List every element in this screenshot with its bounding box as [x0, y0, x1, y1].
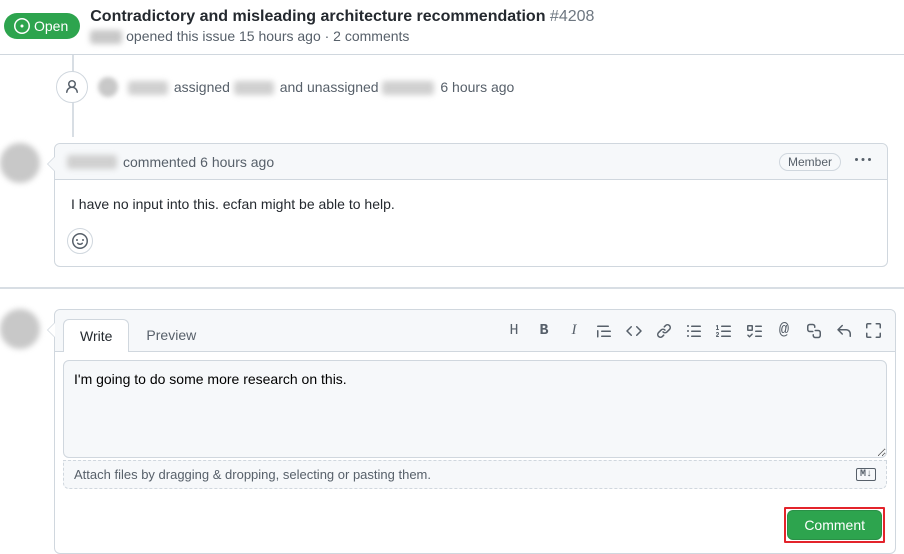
- attach-hint-row[interactable]: Attach files by dragging & dropping, sel…: [63, 460, 887, 489]
- crossref-icon[interactable]: [805, 322, 823, 340]
- status-badge: Open: [4, 13, 80, 39]
- ul-icon[interactable]: [685, 322, 703, 340]
- tab-write[interactable]: Write: [63, 319, 129, 352]
- person-icon-wrap: [56, 71, 88, 103]
- status-label: Open: [34, 18, 68, 34]
- actor-name-redacted: [128, 81, 168, 95]
- italic-icon[interactable]: I: [565, 322, 583, 340]
- sticky-header: Open Contradictory and misleading archit…: [0, 0, 904, 55]
- comment-header-left: commented 6 hours ago: [67, 154, 274, 170]
- quote-icon[interactable]: [595, 322, 613, 340]
- add-reaction-button[interactable]: [67, 228, 93, 254]
- editor-footer: Comment: [55, 497, 895, 553]
- header-text: Contradictory and misleading architectur…: [90, 8, 594, 44]
- assignment-event: assigned and unassigned 6 hours ago: [48, 67, 896, 117]
- editor-tabs: Write Preview: [63, 318, 213, 351]
- author-name-redacted: [90, 30, 122, 44]
- code-icon[interactable]: [625, 322, 643, 340]
- comment-box: commented 6 hours ago Member I have no i…: [54, 143, 888, 267]
- ol-icon[interactable]: [715, 322, 733, 340]
- comment-button-highlight: Comment: [784, 507, 885, 543]
- issue-title[interactable]: Contradictory and misleading architectur…: [90, 8, 594, 26]
- kebab-menu-icon[interactable]: [851, 152, 875, 171]
- comment-block: commented 6 hours ago Member I have no i…: [0, 143, 896, 267]
- tasklist-icon[interactable]: [745, 322, 763, 340]
- issue-open-icon: [14, 18, 30, 34]
- issue-subtitle: opened this issue 15 hours ago · 2 comme…: [90, 28, 594, 44]
- event-action2: and unassigned: [280, 79, 379, 95]
- comment-body: I have no input into this. ecfan might b…: [55, 180, 887, 228]
- comment-verb: commented: [123, 154, 196, 170]
- comment-submit-button[interactable]: Comment: [787, 510, 882, 540]
- timeline: assigned and unassigned 6 hours ago comm…: [48, 55, 896, 267]
- new-comment-form: Write Preview H B I @ Atta: [0, 309, 904, 554]
- event-time: 6 hours ago: [440, 79, 514, 95]
- assignee2-redacted: [382, 81, 434, 95]
- link-icon[interactable]: [655, 322, 673, 340]
- section-divider: [0, 287, 904, 289]
- commenter-avatar[interactable]: [0, 143, 40, 183]
- reply-icon[interactable]: [835, 322, 853, 340]
- attach-hint: Attach files by dragging & dropping, sel…: [74, 467, 431, 482]
- markdown-badge-icon[interactable]: M↓: [856, 468, 876, 481]
- person-icon: [64, 79, 80, 95]
- editor-tabs-row: Write Preview H B I @: [55, 310, 895, 351]
- comment-header: commented 6 hours ago Member: [55, 144, 887, 180]
- actor-avatar: [98, 77, 118, 97]
- issue-meta: opened this issue 15 hours ago · 2 comme…: [126, 28, 409, 44]
- comment-time[interactable]: 6 hours ago: [200, 154, 274, 170]
- event-action1: assigned: [174, 79, 230, 95]
- editor-body: Attach files by dragging & dropping, sel…: [55, 351, 895, 497]
- issue-number: #4208: [550, 8, 595, 25]
- current-user-avatar[interactable]: [0, 309, 40, 349]
- mention-icon[interactable]: @: [775, 322, 793, 340]
- comment-header-right: Member: [779, 152, 875, 171]
- assignee1-redacted: [234, 81, 274, 95]
- member-badge: Member: [779, 153, 841, 171]
- commenter-name-redacted[interactable]: [67, 155, 117, 169]
- formatting-toolbar: H B I @: [501, 316, 887, 346]
- tab-preview[interactable]: Preview: [129, 318, 213, 351]
- comment-textarea[interactable]: [63, 360, 887, 458]
- smiley-icon: [72, 233, 88, 249]
- heading-icon[interactable]: H: [505, 322, 523, 340]
- event-text: assigned and unassigned 6 hours ago: [128, 79, 514, 95]
- issue-title-text: Contradictory and misleading architectur…: [90, 8, 545, 25]
- diff-icon[interactable]: [865, 322, 883, 340]
- editor-box: Write Preview H B I @ Atta: [54, 309, 896, 554]
- bold-icon[interactable]: B: [535, 322, 553, 340]
